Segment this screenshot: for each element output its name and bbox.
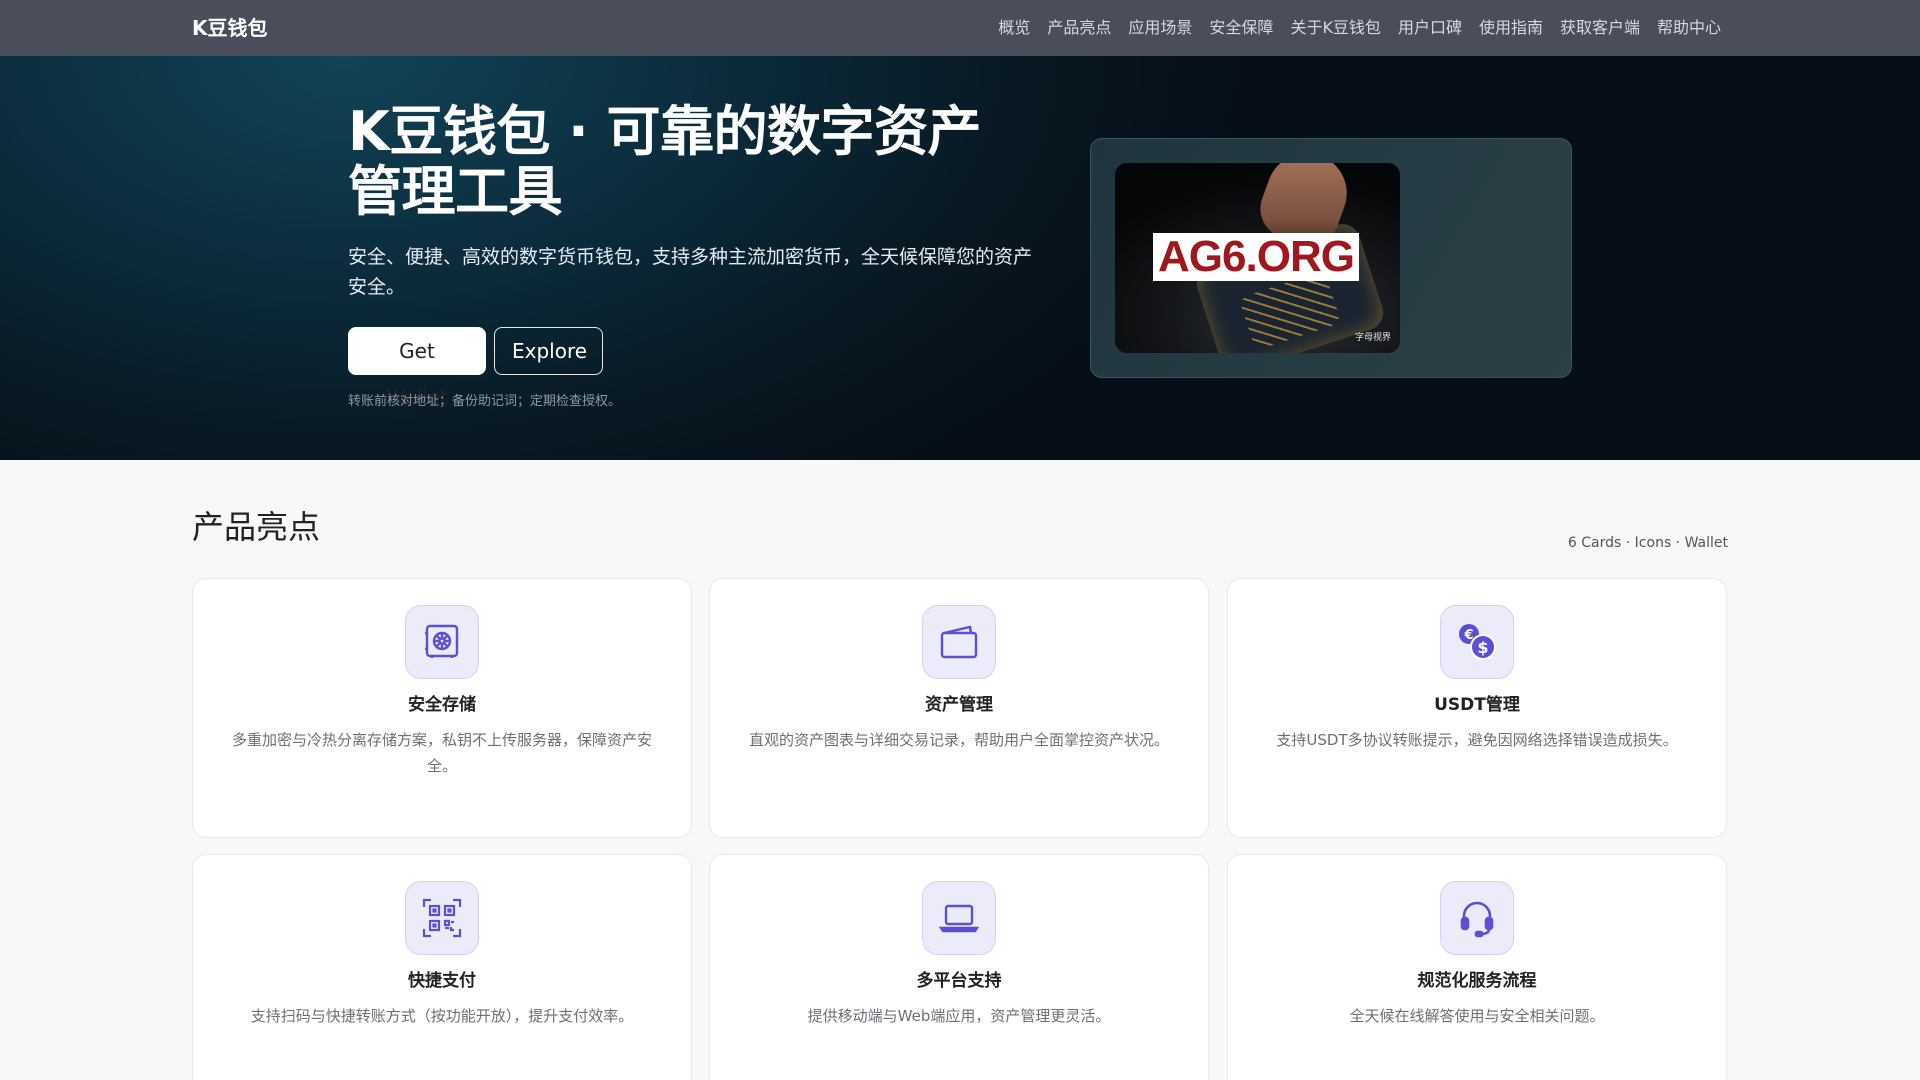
feature-card-asset-management[interactable]: 资产管理 直观的资产图表与详细交易记录，帮助用户全面掌控资产状况。 [709, 578, 1209, 838]
card-title: 快捷支付 [408, 971, 476, 991]
card-title: 安全存储 [408, 695, 476, 715]
nav-item-about[interactable]: 关于K豆钱包 [1290, 16, 1381, 40]
headset-icon [1440, 881, 1514, 955]
explore-button[interactable]: Explore [494, 327, 603, 375]
qr-code-icon [405, 881, 479, 955]
nav-item-highlights[interactable]: 产品亮点 [1047, 16, 1111, 40]
image-label: AG6.ORG [1153, 233, 1359, 281]
hero-subtitle: 安全、便捷、高效的数字货币钱包，支持多种主流加密货币，全天候保障您的资产安全。 [348, 246, 1033, 298]
navbar: K豆钱包 概览 产品亮点 应用场景 安全保障 关于K豆钱包 用户口碑 使用指南 … [0, 0, 1920, 56]
card-description: 支持扫码与快捷转账方式（按功能开放），提升支付效率。 [250, 1007, 634, 1025]
card-description: 直观的资产图表与详细交易记录，帮助用户全面掌控资产状况。 [748, 731, 1169, 749]
nav-item-download[interactable]: 获取客户端 [1560, 16, 1640, 40]
feature-card-usdt[interactable]: € $ USDT管理 支持USDT多协议转账提示，避免因网络选择错误造成损失。 [1227, 578, 1727, 838]
hero-title: K豆钱包 · 可靠的数字资产管理工具 [348, 100, 981, 223]
feature-card-quick-pay[interactable]: 快捷支付 支持扫码与快捷转账方式（按功能开放），提升支付效率。 [192, 854, 692, 1080]
currency-exchange-icon: € $ [1440, 605, 1514, 679]
nav-item-scenarios[interactable]: 应用场景 [1128, 16, 1192, 40]
feature-card-multi-platform[interactable]: 多平台支持 提供移动端与Web端应用，资产管理更灵活。 [709, 854, 1209, 1080]
wallet-icon [922, 605, 996, 679]
section-title: 产品亮点 [192, 508, 321, 546]
card-title: 规范化服务流程 [1417, 971, 1537, 991]
svg-text:$: $ [1477, 638, 1488, 657]
feature-card-secure-storage[interactable]: 安全存储 多重加密与冷热分离存储方案，私钥不上传服务器，保障资产安全。 [192, 578, 692, 838]
nav-item-security[interactable]: 安全保障 [1209, 16, 1273, 40]
main-nav: 概览 产品亮点 应用场景 安全保障 关于K豆钱包 用户口碑 使用指南 获取客户端… [981, 16, 1721, 40]
get-wallet-button[interactable]: Get Wallet [348, 327, 486, 409]
feature-card-service[interactable]: 规范化服务流程 全天候在线解答使用与安全相关问题。 [1227, 854, 1727, 1080]
brand-logo[interactable]: K豆钱包 [192, 14, 268, 42]
hero-section: K豆钱包 · 可靠的数字资产管理工具 安全、便捷、高效的数字货币钱包，支持多种主… [0, 56, 1920, 460]
hero-image: AG6.ORG 字母视界 [1115, 163, 1400, 353]
card-description: 全天候在线解答使用与安全相关问题。 [1349, 1007, 1605, 1025]
card-title: USDT管理 [1434, 695, 1520, 715]
card-description: 多重加密与冷热分离存储方案，私钥不上传服务器，保障资产安全。 [231, 731, 652, 775]
nav-item-reviews[interactable]: 用户口碑 [1398, 16, 1462, 40]
card-description: 提供移动端与Web端应用，资产管理更灵活。 [807, 1007, 1111, 1025]
safe-icon [405, 605, 479, 679]
hero-media-card: AG6.ORG 字母视界 [1090, 138, 1572, 378]
card-title: 多平台支持 [916, 971, 1002, 991]
laptop-icon [922, 881, 996, 955]
card-description: 支持USDT多协议转账提示，避免因网络选择错误造成损失。 [1276, 731, 1678, 749]
nav-item-overview[interactable]: 概览 [998, 16, 1030, 40]
section-meta: 6 Cards · Icons · Wallet [1567, 535, 1728, 551]
nav-item-help[interactable]: 帮助中心 [1657, 16, 1721, 40]
card-title: 资产管理 [925, 695, 993, 715]
nav-item-guide[interactable]: 使用指南 [1479, 16, 1543, 40]
image-watermark: 字母视界 [1354, 333, 1391, 343]
security-hint: 转账前核对地址；备份助记词；定期检查授权。 [348, 394, 622, 409]
